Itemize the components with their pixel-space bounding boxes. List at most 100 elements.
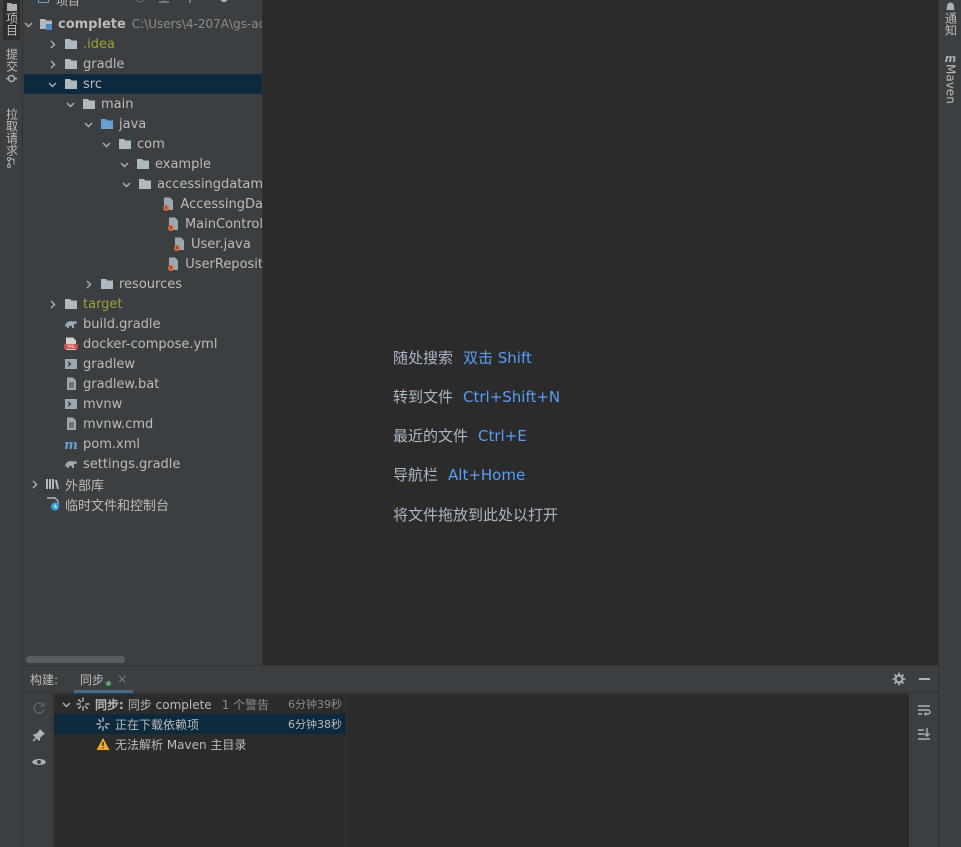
tree-item-label: complete	[58, 16, 126, 32]
build-console-output[interactable]	[346, 694, 909, 847]
hint-text: 导航栏	[393, 466, 439, 484]
expand-all-icon[interactable]	[158, 0, 170, 7]
tree-item[interactable]: main	[24, 94, 262, 114]
tree-item[interactable]: mvnw	[24, 394, 262, 414]
tree-item[interactable]: User.java	[24, 234, 262, 254]
tree-item[interactable]: gradle	[24, 54, 262, 74]
tree-item[interactable]: MainControl	[24, 214, 262, 234]
eye-icon[interactable]	[31, 754, 47, 770]
tree-item[interactable]: gradlew	[24, 354, 262, 374]
tree-item[interactable]: 外部库	[24, 474, 262, 494]
hint-navigation-bar: 导航栏 Alt+Home	[393, 464, 525, 485]
tree-item[interactable]: build.gradle	[24, 314, 262, 334]
project-panel-header: 项目	[24, 0, 262, 9]
spinner-icon	[76, 697, 90, 711]
tab-sync-label: 同步	[80, 672, 105, 687]
tab-notifications-label: 通知	[943, 12, 958, 36]
chevron-right-icon[interactable]	[46, 58, 58, 70]
chevron-right-icon[interactable]	[46, 298, 58, 310]
build-row-downloading[interactable]: 正在下载依赖项 6分钟38秒	[54, 714, 346, 734]
folder-icon	[6, 0, 18, 12]
tree-item[interactable]: com	[24, 134, 262, 154]
horizontal-scrollbar[interactable]	[26, 656, 125, 663]
tree-item-label: pom.xml	[83, 436, 140, 452]
tree-item[interactable]: 临时文件和控制台	[24, 494, 262, 514]
project-panel: 项目 complete C:\Users\4-207A\gs-acc .idea gr…	[24, 0, 263, 665]
minimize-icon[interactable]	[242, 0, 253, 6]
tree-item-label: accessingdatam	[157, 176, 263, 192]
tree-item-label: gradle	[83, 56, 125, 72]
library-icon	[46, 477, 60, 491]
folder-icon	[138, 177, 152, 191]
chevron-right-icon[interactable]	[28, 478, 40, 490]
tree-item-label: example	[155, 156, 211, 172]
tree-item[interactable]: java	[24, 114, 262, 134]
chevron-down-icon[interactable]	[64, 98, 76, 110]
gear-icon[interactable]	[218, 0, 230, 7]
chevron-down-icon[interactable]	[95, 0, 104, 6]
chevron-down-icon[interactable]	[100, 138, 112, 150]
chevron-down-icon[interactable]	[60, 698, 72, 710]
chevron-down-icon[interactable]	[46, 78, 58, 90]
tab-commit[interactable]: 提交	[3, 48, 20, 84]
tree-item-label: com	[137, 136, 165, 152]
minimize-icon[interactable]	[919, 678, 930, 680]
build-row-detail: 同步 complete	[127, 697, 212, 712]
tree-item[interactable]: example	[24, 154, 262, 174]
rerun-icon[interactable]	[31, 700, 47, 716]
tree-item-label: .idea	[83, 36, 115, 52]
build-panel-header: 构建: 同步 ×	[24, 666, 938, 693]
tree-item[interactable]: target	[24, 294, 262, 314]
tree-item-label: User.java	[191, 236, 251, 252]
folder-icon	[64, 57, 78, 71]
chevron-down-icon[interactable]	[24, 18, 33, 30]
tab-notifications[interactable]: 通知	[942, 0, 959, 36]
java-file-icon	[166, 217, 180, 231]
tree-item-label: gradlew	[83, 356, 136, 372]
tree-item-path: C:\Users\4-207A\gs-acc	[131, 17, 263, 31]
hint-recent-files: 最近的文件 Ctrl+E	[393, 425, 527, 446]
folder-icon	[64, 77, 78, 91]
chevron-down-icon[interactable]	[82, 118, 94, 130]
tree-item[interactable]: resources	[24, 274, 262, 294]
tree-item[interactable]: .idea	[24, 34, 262, 54]
tree-item[interactable]: AccessingDa	[24, 194, 262, 214]
locate-icon[interactable]	[134, 0, 146, 7]
tree-item[interactable]: YML docker-compose.yml	[24, 334, 262, 354]
tab-maven[interactable]: m Maven	[942, 52, 959, 104]
tree-item[interactable]: complete C:\Users\4-207A\gs-acc	[24, 14, 263, 34]
tree-item[interactable]: mvnw.cmd	[24, 414, 262, 434]
tree-item[interactable]: settings.gradle	[24, 454, 262, 474]
source-folder-icon	[100, 117, 114, 131]
hint-shortcut: Ctrl+Shift+N	[463, 388, 561, 406]
bell-icon	[945, 0, 957, 12]
tree-item-label: gradlew.bat	[83, 376, 160, 392]
close-icon[interactable]: ×	[117, 672, 127, 686]
maven-icon: m	[944, 51, 957, 65]
collapse-all-icon[interactable]	[184, 0, 196, 7]
chevron-right-icon[interactable]	[82, 278, 94, 290]
gear-icon[interactable]	[892, 672, 906, 686]
tree-item[interactable]: src	[24, 74, 262, 94]
build-row-sync[interactable]: 同步: 同步 complete 1 个警告 6分钟39秒	[54, 694, 346, 714]
tree-item[interactable]: UserReposit	[24, 254, 263, 274]
project-view-label[interactable]: 项目	[56, 0, 80, 9]
chevron-down-icon[interactable]	[118, 158, 130, 170]
tree-item-label: settings.gradle	[83, 456, 181, 472]
tree-item-label: UserReposit	[185, 256, 263, 272]
soft-wrap-icon[interactable]	[916, 702, 932, 718]
tree-item[interactable]: gradlew.bat	[24, 374, 262, 394]
project-view-icon[interactable]	[38, 0, 49, 6]
tree-item[interactable]: m pom.xml	[24, 434, 262, 454]
build-side-toolbar	[24, 694, 53, 847]
tab-project[interactable]: 项目	[3, 0, 20, 40]
tree-item[interactable]: accessingdatam	[24, 174, 263, 194]
build-row-warning[interactable]: 无法解析 Maven 主目录	[54, 734, 346, 754]
pin-icon[interactable]	[31, 727, 47, 743]
tab-sync[interactable]: 同步 ×	[74, 666, 134, 693]
tab-pull-requests[interactable]: 拉取请求	[3, 108, 20, 168]
chevron-right-icon[interactable]	[46, 38, 58, 50]
tab-commit-label: 提交	[4, 48, 19, 72]
scroll-to-end-icon[interactable]	[916, 726, 932, 742]
chevron-down-icon[interactable]	[122, 178, 132, 190]
